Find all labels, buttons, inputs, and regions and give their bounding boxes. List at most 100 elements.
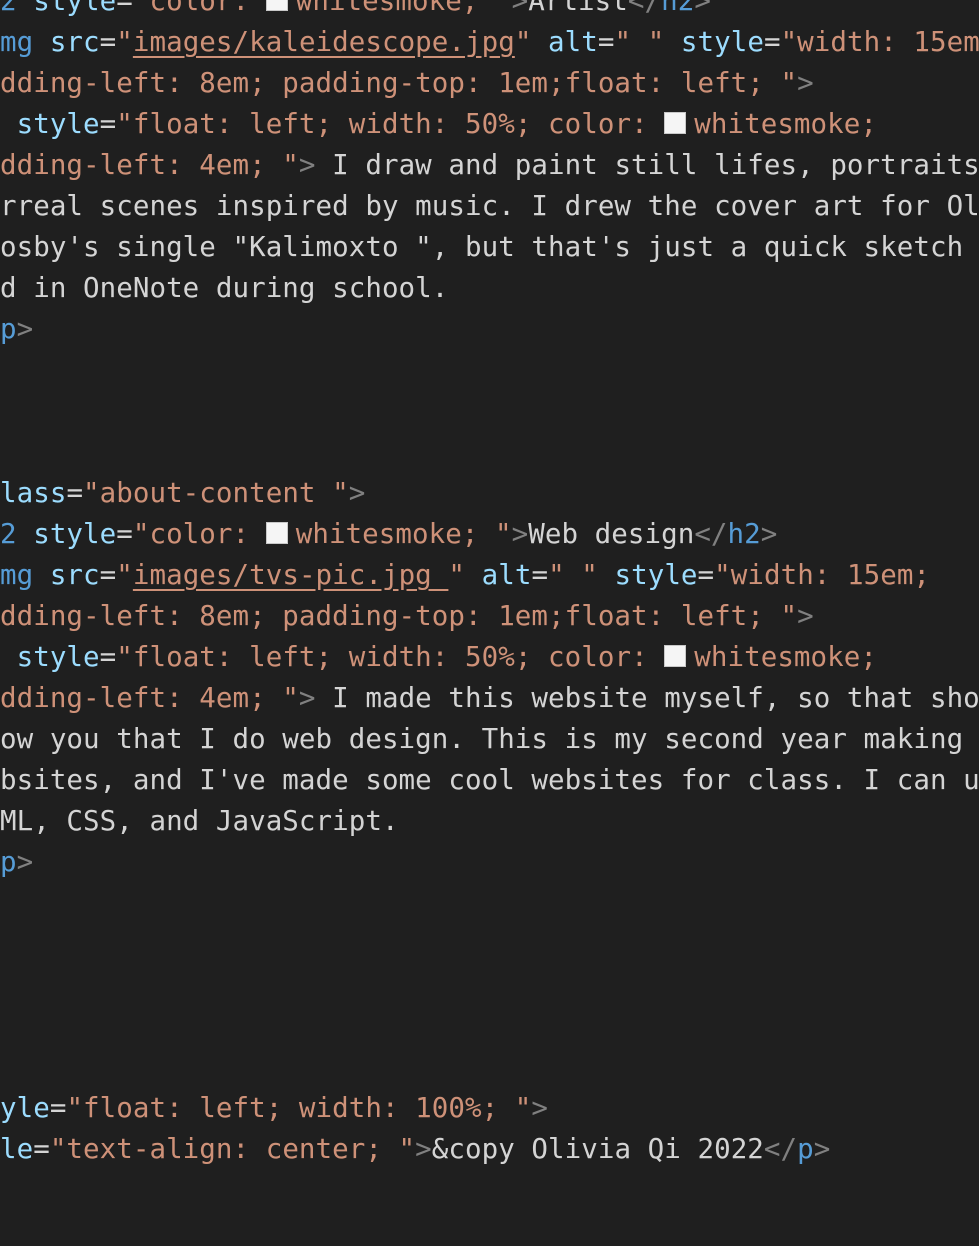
text-content <box>598 559 615 591</box>
text-content: = <box>99 559 117 591</box>
text-content: = <box>49 1092 67 1124</box>
bracket: > <box>694 0 711 17</box>
bracket: > <box>511 518 529 550</box>
text-content <box>0 641 17 673</box>
code-line[interactable]: rreal scenes inspired by music. I drew t… <box>0 186 979 227</box>
text-content: = <box>66 477 84 509</box>
text-content <box>17 0 34 17</box>
tag-name: 2 <box>0 0 17 17</box>
bracket: > <box>813 1133 831 1165</box>
string-value: whitesmoke; " <box>295 518 512 550</box>
string-value: "float: left; width: 50%; color: <box>116 108 665 140</box>
bracket: > <box>511 0 529 17</box>
text-content <box>531 26 548 58</box>
code-line[interactable]: 2 style="color: whitesmoke; ">Web design… <box>0 514 777 555</box>
bracket: > <box>16 313 34 345</box>
code-line[interactable]: dding-left: 4em; "> I draw and paint sti… <box>0 145 979 186</box>
color-swatch-icon[interactable] <box>664 112 687 134</box>
bracket: > <box>16 846 34 878</box>
attribute-name: lass <box>0 477 67 509</box>
string-value: dding-left: 8em; padding-top: 1em;float:… <box>0 67 798 99</box>
tag-name: 2 <box>0 518 17 550</box>
code-line[interactable]: style="float: left; width: 50%; color: w… <box>0 104 877 145</box>
text-content <box>465 559 482 591</box>
text-content: = <box>99 108 117 140</box>
code-line[interactable]: osby's single "Kalimoxto ", but that's j… <box>0 227 979 268</box>
code-line[interactable]: ow you that I do web design. This is my … <box>0 719 963 760</box>
code-line[interactable]: yle="float: left; width: 100%; "> <box>0 1088 548 1129</box>
string-value: "float: left; width: 100%; " <box>66 1092 532 1124</box>
text-content: bsites, and I've made some cool websites… <box>0 764 979 796</box>
attribute-name: alt <box>548 26 598 58</box>
bracket: > <box>298 149 316 181</box>
text-content: = <box>33 1133 50 1165</box>
text-content <box>33 26 50 58</box>
text-content: I draw and paint still lifes, portraits,… <box>315 149 979 181</box>
code-line[interactable]: style="float: left; width: 50%; color: w… <box>0 637 877 678</box>
tag-name: p <box>797 1133 814 1165</box>
string-value: "about-content " <box>83 477 349 509</box>
text-content: = <box>116 518 133 550</box>
text-content: rreal scenes inspired by music. I drew t… <box>0 190 979 222</box>
bracket: > <box>415 1133 432 1165</box>
code-line[interactable]: p> <box>0 309 33 350</box>
text-content: &copy Olivia Qi 2022 <box>431 1133 764 1165</box>
string-value: "text-align: center; " <box>49 1133 416 1165</box>
string-value: "width: 15em; <box>714 559 931 591</box>
code-line[interactable]: 2 style="color: whitesmoke; ">Artist</h2… <box>0 0 711 22</box>
code-line[interactable]: dding-left: 8em; padding-top: 1em;float:… <box>0 596 814 637</box>
code-line[interactable]: dding-left: 4em; "> I made this website … <box>0 678 979 719</box>
color-swatch-icon[interactable] <box>265 522 288 544</box>
text-content <box>33 559 50 591</box>
text-content: Web design <box>528 518 695 550</box>
string-value: " <box>116 559 133 591</box>
text-content: = <box>99 26 117 58</box>
code-line[interactable]: lass="about-content "> <box>0 473 365 514</box>
bracket: > <box>531 1092 549 1124</box>
attribute-name: src <box>49 559 100 591</box>
attribute-name: style <box>614 559 698 591</box>
code-line[interactable]: mg src="images/tvs-pic.jpg " alt=" " sty… <box>0 555 930 596</box>
code-line[interactable]: d in OneNote during school. <box>0 268 448 309</box>
tag-name: p <box>0 313 17 345</box>
attribute-name: le <box>0 1133 34 1165</box>
text-content <box>0 108 17 140</box>
text-content: osby's single "Kalimoxto ", but that's j… <box>0 231 979 263</box>
text-content: I made this website myself, so that shou <box>315 682 979 714</box>
string-value: "color: <box>132 518 266 550</box>
string-value: dding-left: 4em; " <box>0 682 299 714</box>
tag-name: p <box>0 846 17 878</box>
string-value: "color: <box>132 0 266 17</box>
attribute-name: style <box>33 518 117 550</box>
string-value: "float: left; width: 50%; color: <box>116 641 665 673</box>
src-path-link[interactable]: images/kaleidescope.jpg <box>133 26 515 58</box>
code-line[interactable]: mg src="images/kaleidescope.jpg" alt=" "… <box>0 22 979 63</box>
tag-name: h2 <box>661 0 695 17</box>
text-content: d in OneNote during school. <box>0 272 449 304</box>
string-value: dding-left: 8em; padding-top: 1em;float:… <box>0 600 798 632</box>
text-content: = <box>531 559 549 591</box>
text-content: = <box>99 641 117 673</box>
attribute-name: style <box>680 26 764 58</box>
code-line[interactable]: p> <box>0 842 33 883</box>
code-line[interactable]: le="text-align: center; ">&copy Olivia Q… <box>0 1129 830 1170</box>
attribute-name: alt <box>481 559 532 591</box>
text-content: = <box>763 26 781 58</box>
code-line[interactable]: dding-left: 8em; padding-top: 1em;float:… <box>0 63 814 104</box>
color-swatch-icon[interactable] <box>265 0 288 11</box>
text-content: ow you that I do web design. This is my … <box>0 723 964 755</box>
string-value: " <box>116 26 133 58</box>
src-path-link[interactable]: images/tvs-pic.jpg <box>133 559 449 591</box>
tag-name: mg <box>0 559 34 591</box>
text-content: Artist <box>528 0 628 17</box>
attribute-name: style <box>16 641 100 673</box>
color-swatch-icon[interactable] <box>664 645 687 667</box>
code-line[interactable]: bsites, and I've made some cool websites… <box>0 760 979 801</box>
code-editor[interactable]: 2 style="color: whitesmoke; ">Artist</h2… <box>0 0 979 1246</box>
tag-name: mg <box>0 26 34 58</box>
code-line[interactable]: ML, CSS, and JavaScript. <box>0 801 399 842</box>
bracket: > <box>298 682 316 714</box>
string-value: whitesmoke; <box>694 108 877 140</box>
text-content: = <box>597 26 615 58</box>
string-value: whitesmoke; " <box>295 0 512 17</box>
